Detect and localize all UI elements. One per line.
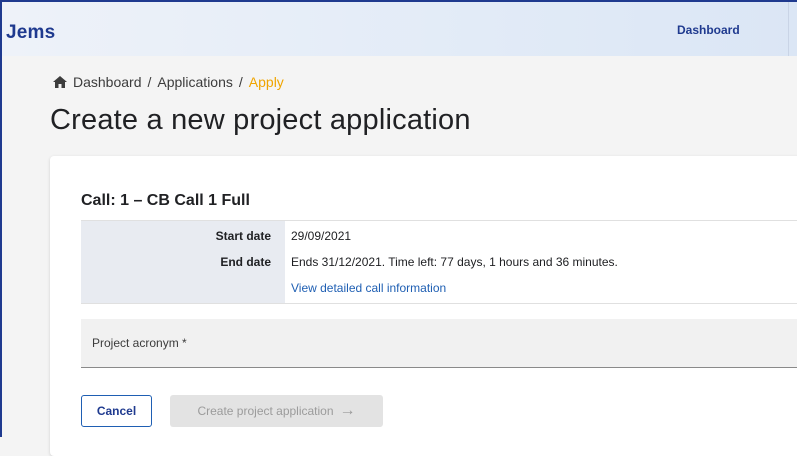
view-call-details-link[interactable]: View detailed call information [291, 281, 446, 295]
end-date-value: Ends 31/12/2021. Time left: 77 days, 1 h… [291, 255, 618, 269]
cancel-button[interactable]: Cancel [81, 395, 152, 427]
project-acronym-field[interactable]: Project acronym * [81, 319, 797, 368]
end-date-label: End date [220, 255, 271, 269]
call-info-table: Start date 29/09/2021 End date Ends 31/1… [81, 220, 797, 304]
home-icon[interactable] [53, 76, 67, 88]
breadcrumb-applications[interactable]: Applications [157, 74, 233, 90]
create-button-label: Create project application [197, 404, 334, 418]
start-date-value: 29/09/2021 [291, 229, 352, 243]
breadcrumb-dashboard[interactable]: Dashboard [73, 74, 142, 90]
start-date-label: Start date [215, 229, 271, 243]
create-project-application-button[interactable]: Create project application → [170, 395, 383, 427]
nav-dashboard-link[interactable]: Dashboard [677, 23, 740, 37]
breadcrumb: Dashboard / Applications / Apply [53, 74, 284, 90]
breadcrumb-separator: / [238, 74, 243, 90]
app-logo[interactable]: Jems [6, 22, 55, 44]
page-title: Create a new project application [50, 104, 471, 136]
arrow-right-icon: → [339, 402, 356, 419]
project-acronym-label: Project acronym * [92, 336, 187, 350]
nav-divider [788, 0, 789, 56]
window-left-border [0, 0, 2, 437]
breadcrumb-current: Apply [248, 74, 284, 90]
breadcrumb-separator: / [147, 74, 152, 90]
call-heading: Call: 1 – CB Call 1 Full [81, 192, 250, 209]
window-top-border [0, 0, 797, 2]
top-header: Jems Dashboard [0, 0, 797, 56]
